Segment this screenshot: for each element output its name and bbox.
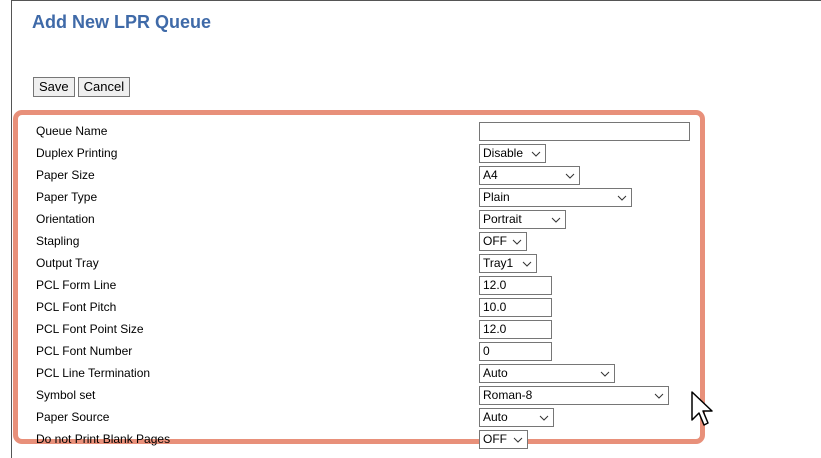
row-pcl-font-point-size: PCL Font Point Size 12.0 xyxy=(18,320,700,341)
mouse-pointer-icon xyxy=(690,390,714,435)
row-paper-source: Paper Source Auto xyxy=(18,408,700,429)
row-output-tray: Output Tray Tray1 xyxy=(18,254,700,275)
stapling-select[interactable]: OFF xyxy=(479,232,527,251)
action-buttons: Save Cancel xyxy=(33,77,131,97)
pcl-font-pitch-label: PCL Font Pitch xyxy=(36,300,117,314)
row-pcl-form-line: PCL Form Line 12.0 xyxy=(18,276,700,297)
row-stapling: Stapling OFF xyxy=(18,232,700,253)
paper-source-select[interactable]: Auto xyxy=(479,408,554,427)
output-tray-value: Tray1 xyxy=(483,256,514,270)
chevron-down-icon xyxy=(600,369,610,379)
pcl-line-termination-select[interactable]: Auto xyxy=(479,364,615,383)
page-title: Add New LPR Queue xyxy=(32,12,212,32)
paper-type-select[interactable]: Plain xyxy=(479,188,632,207)
stapling-value: OFF xyxy=(483,234,507,248)
pcl-line-termination-value: Auto xyxy=(483,366,508,380)
chevron-down-icon xyxy=(539,413,549,423)
row-do-not-print-blank-pages: Do not Print Blank Pages OFF xyxy=(18,430,700,451)
save-button[interactable]: Save xyxy=(33,77,75,97)
row-paper-size: Paper Size A4 xyxy=(18,166,700,187)
pcl-font-number-label: PCL Font Number xyxy=(36,344,133,358)
row-duplex-printing: Duplex Printing Disable xyxy=(18,144,700,165)
chevron-down-icon xyxy=(513,435,523,445)
chevron-down-icon xyxy=(531,149,541,159)
paper-source-label: Paper Source xyxy=(36,410,110,424)
chevron-down-icon xyxy=(522,259,532,269)
orientation-label: Orientation xyxy=(36,212,95,226)
row-pcl-font-pitch: PCL Font Pitch 10.0 xyxy=(18,298,700,319)
window-border-left xyxy=(11,0,12,458)
stapling-label: Stapling xyxy=(36,234,80,248)
paper-source-value: Auto xyxy=(483,410,508,424)
chevron-down-icon xyxy=(565,171,575,181)
symbol-set-value: Roman-8 xyxy=(483,388,533,402)
chevron-down-icon xyxy=(654,391,664,401)
queue-name-label: Queue Name xyxy=(36,124,108,138)
orientation-select[interactable]: Portrait xyxy=(479,210,566,229)
row-symbol-set: Symbol set Roman-8 xyxy=(18,386,700,407)
chevron-down-icon xyxy=(512,237,522,247)
window-border-top xyxy=(11,0,821,1)
pcl-font-pitch-input[interactable]: 10.0 xyxy=(479,298,552,317)
paper-size-label: Paper Size xyxy=(36,168,95,182)
duplex-printing-label: Duplex Printing xyxy=(36,146,118,160)
duplex-printing-value: Disable xyxy=(483,146,524,160)
symbol-set-label: Symbol set xyxy=(36,388,96,402)
chevron-down-icon xyxy=(617,193,627,203)
row-queue-name: Queue Name xyxy=(18,122,700,143)
duplex-printing-select[interactable]: Disable xyxy=(479,144,546,163)
symbol-set-select[interactable]: Roman-8 xyxy=(479,386,669,405)
row-paper-type: Paper Type Plain xyxy=(18,188,700,209)
chevron-down-icon xyxy=(551,215,561,225)
queue-name-input[interactable] xyxy=(479,122,690,141)
pcl-form-line-label: PCL Form Line xyxy=(36,278,117,292)
cancel-button[interactable]: Cancel xyxy=(77,77,131,97)
pcl-line-termination-label: PCL Line Termination xyxy=(36,366,151,380)
paper-size-select[interactable]: A4 xyxy=(479,166,580,185)
pcl-font-number-input[interactable]: 0 xyxy=(479,342,552,361)
do-not-print-blank-pages-label: Do not Print Blank Pages xyxy=(36,432,171,446)
do-not-print-blank-pages-select[interactable]: OFF xyxy=(479,430,528,449)
output-tray-select[interactable]: Tray1 xyxy=(479,254,537,273)
row-pcl-line-termination: PCL Line Termination Auto xyxy=(18,364,700,385)
paper-type-label: Paper Type xyxy=(36,190,98,204)
paper-size-value: A4 xyxy=(483,168,498,182)
paper-type-value: Plain xyxy=(483,190,510,204)
row-pcl-font-number: PCL Font Number 0 xyxy=(18,342,700,363)
row-orientation: Orientation Portrait xyxy=(18,210,700,231)
queue-settings-panel: Queue Name Duplex Printing Disable Paper… xyxy=(13,110,705,449)
orientation-value: Portrait xyxy=(483,212,522,226)
output-tray-label: Output Tray xyxy=(36,256,99,270)
pcl-form-line-input[interactable]: 12.0 xyxy=(479,276,552,295)
pcl-font-point-size-input[interactable]: 12.0 xyxy=(479,320,552,339)
do-not-print-blank-pages-value: OFF xyxy=(483,432,507,446)
pcl-font-point-size-label: PCL Font Point Size xyxy=(36,322,144,336)
